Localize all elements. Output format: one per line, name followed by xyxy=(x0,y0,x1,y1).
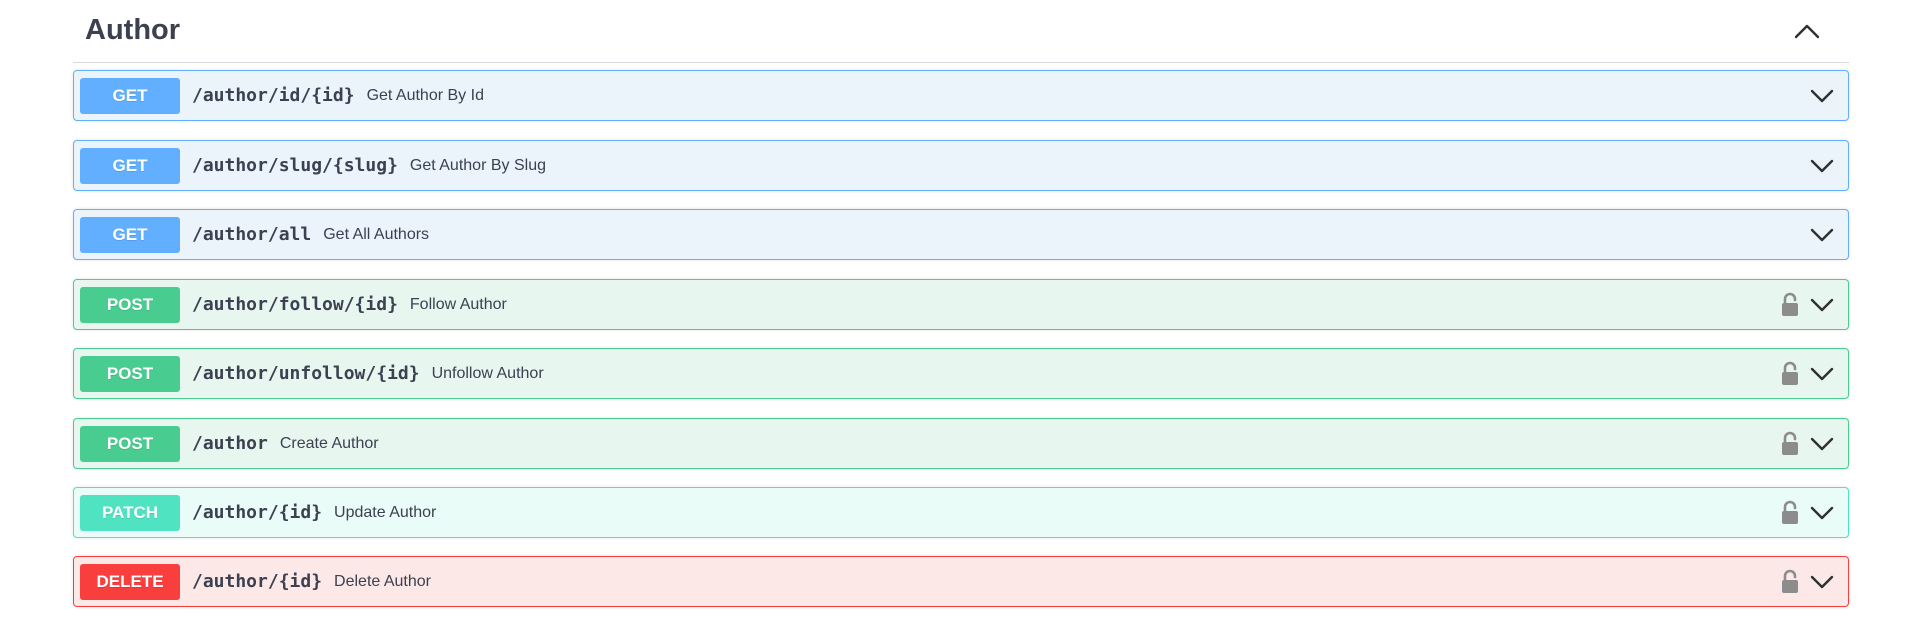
operation-path: /author xyxy=(192,433,268,454)
lock-open-icon xyxy=(1782,500,1798,524)
collapse-section-button[interactable] xyxy=(1787,11,1827,51)
lock-open-icon xyxy=(1782,431,1798,455)
operation-summary: Create Author xyxy=(279,434,379,452)
operation-row[interactable]: GET/author/all Get All Authors xyxy=(73,209,1849,260)
expand-operation-button[interactable] xyxy=(1808,291,1836,319)
operation-row[interactable]: POST/author Create Author xyxy=(73,418,1849,469)
operation-summary: Get Author By Id xyxy=(366,86,484,104)
operation-row[interactable]: GET/author/id/{id} Get Author By Id xyxy=(73,70,1849,121)
expand-operation-button[interactable] xyxy=(1808,152,1836,180)
lock-open-icon xyxy=(1782,569,1798,593)
chevron-down-icon xyxy=(1810,89,1834,102)
expand-operation-button[interactable] xyxy=(1808,221,1836,249)
expand-operation-button[interactable] xyxy=(1808,568,1836,596)
authorize-button[interactable] xyxy=(1780,569,1802,595)
method-badge: DELETE xyxy=(80,563,180,600)
operation-summary: Delete Author xyxy=(334,572,431,590)
lock-open-icon xyxy=(1782,361,1798,385)
chevron-down-icon xyxy=(1810,367,1834,380)
chevron-up-icon xyxy=(1794,24,1820,39)
expand-operation-button[interactable] xyxy=(1808,360,1836,388)
method-badge: POST xyxy=(80,425,180,462)
chevron-down-icon xyxy=(1810,506,1834,519)
chevron-down-icon xyxy=(1810,159,1834,172)
author-section: Author GET/author/id/{id} Get Author By I… xyxy=(73,0,1849,607)
operation-path: /author/slug/{slug} xyxy=(192,155,398,176)
operation-summary: Get All Authors xyxy=(323,225,430,243)
operation-summary: Follow Author xyxy=(409,295,507,313)
chevron-down-icon xyxy=(1810,575,1834,588)
operation-summary: Unfollow Author xyxy=(431,364,544,382)
method-badge: POST xyxy=(80,286,180,323)
lock-open-icon xyxy=(1782,292,1798,316)
operation-path: /author/{id} xyxy=(192,571,323,592)
chevron-down-icon xyxy=(1810,437,1834,450)
authorize-button[interactable] xyxy=(1780,361,1802,387)
operation-summary: Get Author By Slug xyxy=(409,156,546,174)
operation-summary: Update Author xyxy=(334,503,437,521)
operation-path: /author/follow/{id} xyxy=(192,294,398,315)
method-badge: GET xyxy=(80,216,180,253)
method-badge: GET xyxy=(80,147,180,184)
expand-operation-button[interactable] xyxy=(1808,430,1836,458)
operation-path: /author/id/{id} xyxy=(192,85,355,106)
operation-row[interactable]: DELETE/author/{id} Delete Author xyxy=(73,556,1849,607)
expand-operation-button[interactable] xyxy=(1808,82,1836,110)
section-header[interactable]: Author xyxy=(73,0,1849,63)
method-badge: POST xyxy=(80,355,180,392)
operation-path: /author/all xyxy=(192,224,312,245)
chevron-down-icon xyxy=(1810,298,1834,311)
expand-operation-button[interactable] xyxy=(1808,499,1836,527)
authorize-button[interactable] xyxy=(1780,500,1802,526)
authorize-button[interactable] xyxy=(1780,292,1802,318)
method-badge: PATCH xyxy=(80,494,180,531)
operation-path: /author/{id} xyxy=(192,502,323,523)
operation-row[interactable]: PATCH/author/{id} Update Author xyxy=(73,487,1849,538)
authorize-button[interactable] xyxy=(1780,431,1802,457)
operation-path: /author/unfollow/{id} xyxy=(192,363,420,384)
section-title: Author xyxy=(85,13,181,46)
operation-row[interactable]: POST/author/follow/{id} Follow Author xyxy=(73,279,1849,330)
chevron-down-icon xyxy=(1810,228,1834,241)
operation-row[interactable]: GET/author/slug/{slug} Get Author By Slug xyxy=(73,140,1849,191)
operation-row[interactable]: POST/author/unfollow/{id} Unfollow Author xyxy=(73,348,1849,399)
method-badge: GET xyxy=(80,77,180,114)
